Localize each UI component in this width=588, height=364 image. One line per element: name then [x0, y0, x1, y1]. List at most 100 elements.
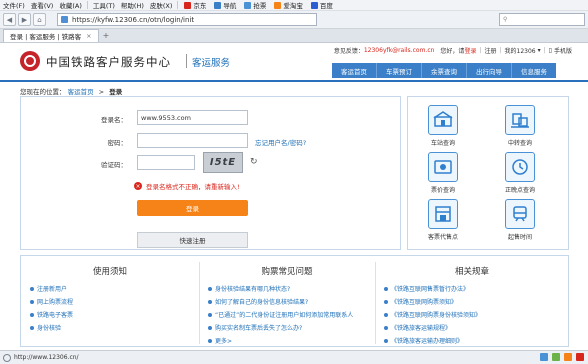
service-price-query[interactable]: 票价查询 [413, 152, 473, 194]
bullet-icon [208, 286, 212, 291]
nav-remaining-tickets[interactable]: 余票查询 [421, 63, 466, 78]
breadcrumb-home-link[interactable]: 客运首页 [68, 88, 94, 96]
header-login-link[interactable]: 登录 [464, 46, 476, 55]
my-12306-link[interactable]: 我的12306 [505, 46, 536, 55]
menu-favorites[interactable]: 收藏(A) [56, 0, 85, 11]
nav-divider-line [0, 80, 588, 82]
faq-link[interactable]: 购买实名制车票后丢失了怎么办? [208, 323, 302, 332]
error-message: 登录名格式不正确，请重新输入! [146, 183, 240, 191]
faq-link[interactable]: “已通过”的二代身份证注册用户如何添加常用联系人 [208, 310, 353, 319]
favorite-nav[interactable]: 导航 [210, 0, 240, 11]
breadcrumb-separator: > [98, 88, 105, 96]
captcha-input[interactable] [137, 155, 195, 170]
login-button[interactable]: 登录 [137, 200, 248, 216]
browser-menu-bar: 文件(F) 查看(V) 收藏(A) 工具(T) 帮助(H) 皮肤(X) 京东 导… [0, 0, 588, 11]
help-link[interactable]: 注册新用户 [30, 284, 67, 293]
favorite-tickets[interactable]: 抢票 [240, 0, 270, 11]
feedback-email-link[interactable]: 12306yfk@rails.com.cn [364, 47, 435, 54]
service-label: 起售时间 [507, 234, 532, 241]
menu-file[interactable]: 文件(F) [0, 0, 28, 11]
refresh-icon[interactable]: ↻ [250, 157, 258, 167]
faq-link[interactable]: 如何了解自己的身份信息核验结果? [208, 297, 308, 306]
browser-tab-bar: 登录 | 客运服务 | 铁路客 × + [0, 29, 588, 43]
back-button[interactable]: ◀ [3, 13, 16, 26]
help-link[interactable]: 身份核验 [30, 323, 61, 332]
favorite-jd[interactable]: 京东 [180, 0, 210, 11]
status-url: http://www.12306.cn/ [14, 354, 79, 361]
help-panel: 使用须知 注册新用户 网上购票流程 铁路电子客票 身份核验 购票常见问题 身份核… [20, 255, 569, 347]
captcha-image[interactable]: I5tE [203, 152, 243, 173]
service-panel: 车站查询 中转查询 票价查询 正晚点查询 客票代售点 起售时间 [407, 96, 569, 250]
browser-status-bar: http://www.12306.cn/ [0, 350, 588, 364]
menu-separator [86, 1, 88, 9]
quick-register-button[interactable]: 快速注册 [137, 232, 248, 248]
menu-help[interactable]: 帮助(H) [118, 0, 147, 11]
bullet-icon [384, 286, 388, 291]
favorite-taobao[interactable]: 爱淘宝 [270, 0, 307, 11]
site-header: 中国铁路客户服务中心 客运服务 意见反馈： 12306yfk@rails.com… [0, 43, 588, 81]
close-icon[interactable]: × [86, 32, 91, 40]
jd-icon [184, 1, 192, 9]
nav-info-service[interactable]: 信息服务 [511, 63, 556, 78]
menu-view[interactable]: 查看(V) [28, 0, 57, 11]
clock-icon [505, 152, 535, 182]
bullet-icon [30, 325, 34, 330]
start-time-icon [505, 199, 535, 229]
bullet-icon [208, 338, 212, 343]
forgot-password-link[interactable]: 忘记用户名/密码? [255, 137, 306, 147]
menu-tools[interactable]: 工具(T) [90, 0, 118, 11]
nav-home[interactable]: 客运首页 [332, 63, 376, 78]
menu-skin[interactable]: 皮肤(X) [147, 0, 176, 11]
forward-button[interactable]: ▶ [18, 13, 31, 26]
favorite-label: 京东 [193, 2, 207, 10]
regulation-link[interactable]: 《铁路旅客运输办理细则》 [384, 336, 463, 345]
password-input[interactable] [137, 133, 248, 148]
service-label: 客票代售点 [427, 234, 458, 241]
password-label: 密码： [107, 139, 128, 147]
nav-booking[interactable]: 车票预订 [376, 63, 421, 78]
site-subtitle: 客运服务 [192, 58, 231, 69]
regulation-link[interactable]: 《铁路互联网购票须知》 [384, 297, 457, 306]
back-arrow-icon: ◀ [6, 15, 13, 24]
service-station-query[interactable]: 车站查询 [413, 105, 473, 147]
bullet-icon [30, 312, 34, 317]
help-link[interactable]: 网上购票流程 [30, 297, 73, 306]
greeting-text: 您好，请 [440, 48, 465, 55]
regulation-link[interactable]: 《铁路旅客运输规程》 [384, 323, 451, 332]
bullet-icon [30, 286, 34, 291]
title-divider [186, 54, 187, 68]
service-label: 正晚点查询 [504, 187, 535, 194]
address-bar[interactable]: https://kyfw.12306.cn/otn/login/init [57, 13, 317, 26]
help-column-usage: 使用须知 注册新用户 网上购票流程 铁路电子客票 身份核验 [21, 256, 199, 348]
service-agency[interactable]: 客票代售点 [413, 199, 473, 241]
tab-login[interactable]: 登录 | 客运服务 | 铁路客 × [3, 29, 99, 42]
railway-logo[interactable] [20, 51, 40, 71]
mobile-link[interactable]: 手机版 [554, 46, 572, 55]
service-transfer-query[interactable]: 中转查询 [490, 105, 550, 147]
help-link[interactable]: 铁路电子客票 [30, 310, 73, 319]
favorite-baidu[interactable]: 百度 [307, 0, 337, 11]
nav-travel-guide[interactable]: 出行向导 [466, 63, 511, 78]
more-link[interactable]: 更多> [208, 336, 232, 345]
service-delay-query[interactable]: 正晚点查询 [490, 152, 550, 194]
tray-icon[interactable] [576, 353, 584, 361]
help-column-regulations: 相关规章 《铁路互联网售票暂行办法》 《铁路互联网购票须知》 《铁路互联网购票身… [375, 256, 569, 348]
main-nav: 客运首页 车票预订 余票查询 出行向导 信息服务 [332, 63, 556, 78]
faq-link[interactable]: 身份核验结果有哪几种状态? [208, 284, 290, 293]
tray-icon[interactable] [552, 353, 560, 361]
new-tab-button[interactable]: + [103, 29, 110, 42]
regulation-link[interactable]: 《铁路互联网购票身份核验须知》 [384, 310, 481, 319]
service-start-time[interactable]: 起售时间 [490, 199, 550, 241]
bullet-icon [208, 325, 212, 330]
ticket-price-icon [428, 152, 458, 182]
mobile-icon: ▯ [548, 47, 552, 54]
username-input[interactable]: www.9553.com [137, 110, 248, 125]
regulation-link[interactable]: 《铁路互联网售票暂行办法》 [384, 284, 469, 293]
home-button[interactable]: ⌂ [33, 13, 46, 26]
header-register-link[interactable]: 注册 [484, 46, 496, 55]
tray-icon[interactable] [564, 353, 572, 361]
service-label: 中转查询 [507, 140, 532, 147]
error-icon: × [134, 182, 142, 190]
tray-icon[interactable] [540, 353, 548, 361]
browser-search-input[interactable]: ⚲ [499, 13, 585, 26]
